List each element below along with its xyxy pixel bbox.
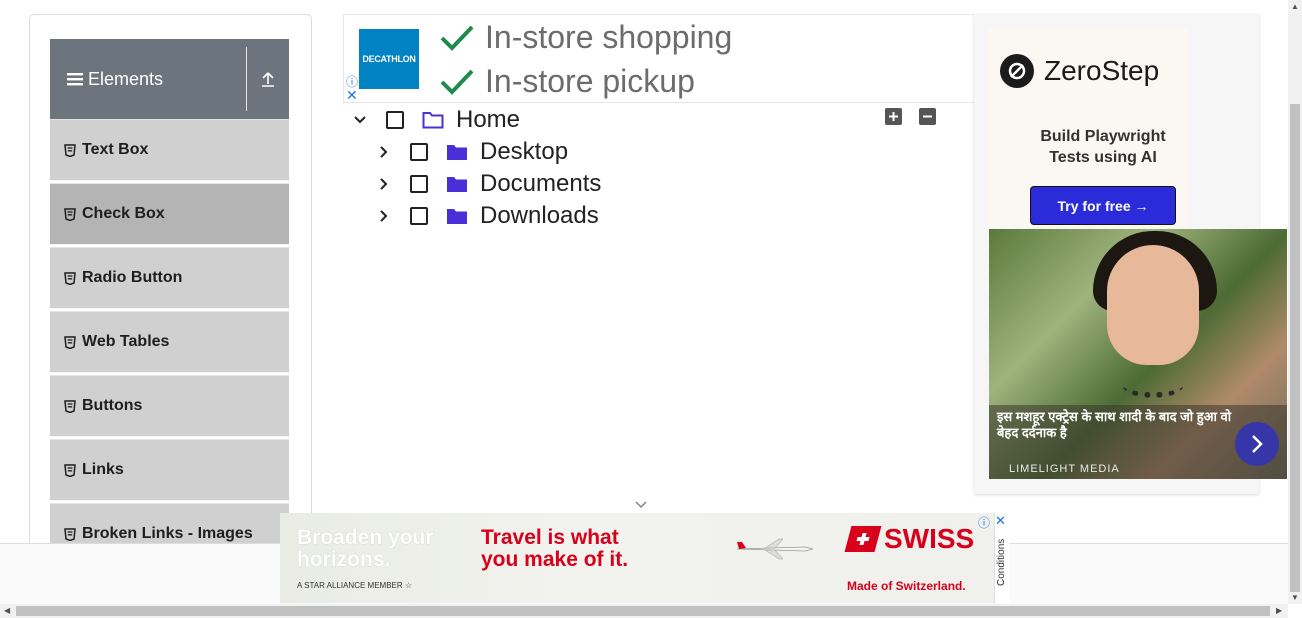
folder-icon: [446, 143, 468, 161]
menu-item-links[interactable]: Links: [50, 439, 289, 501]
top-ad-banner[interactable]: DECATHLON In-store shopping In-store pic…: [343, 14, 975, 103]
elements-menu: Text Box Check Box Radio Button Web Tabl…: [50, 119, 289, 567]
group-title-label: Elements: [88, 68, 164, 89]
arrow-right-icon[interactable]: [1235, 422, 1279, 466]
try-for-free-button[interactable]: Try for free →: [1030, 186, 1176, 225]
scroll-right-arrow-icon[interactable]: ▶: [1276, 606, 1282, 615]
chevron-right-icon[interactable]: [376, 208, 392, 224]
folder-open-icon: [422, 111, 444, 129]
menu-item-label: Links: [82, 461, 124, 478]
ad-line-2: In-store pickup: [439, 63, 695, 100]
ad-line-1-text: In-store shopping: [485, 19, 733, 55]
ad-close-icon[interactable]: ✕: [995, 513, 1006, 529]
folder-icon: [446, 207, 468, 225]
photo-source: LIMELIGHT MEDIA: [1009, 463, 1120, 475]
downloads-checkbox[interactable]: [410, 207, 428, 225]
scroll-down-arrow-icon[interactable]: ▼: [1291, 593, 1299, 602]
html5-icon: [64, 463, 76, 477]
tree-node-downloads: Downloads: [376, 202, 599, 230]
menu-item-text-box[interactable]: Text Box: [50, 119, 289, 181]
tree-label-documents[interactable]: Documents: [480, 170, 601, 198]
swiss-ad[interactable]: Broaden your horizons. A STAR ALLIANCE M…: [280, 513, 994, 603]
html5-icon: [64, 399, 76, 413]
chevron-down-icon[interactable]: [352, 112, 368, 128]
documents-checkbox[interactable]: [410, 175, 428, 193]
decathlon-logo-text: DECATHLON: [362, 54, 416, 64]
folder-icon: [446, 175, 468, 193]
html5-icon: [64, 207, 76, 221]
group-title: Elements: [50, 69, 246, 90]
zerostep-logo-icon: [1000, 54, 1034, 88]
vertical-scroll-thumb[interactable]: [1290, 104, 1300, 592]
photo-caption-text: इस मशहूर एक्ट्रेस के साथ शादी के बाद जो …: [997, 409, 1232, 440]
menu-item-label: Web Tables: [82, 333, 170, 350]
ad-close-icon[interactable]: ✕: [346, 87, 358, 104]
menu-item-radio-button[interactable]: Radio Button: [50, 247, 289, 309]
zerostep-tagline-2: Tests using AI: [1049, 149, 1157, 166]
scroll-up-arrow-icon[interactable]: ▲: [1291, 2, 1299, 11]
ad-line-1: In-store shopping: [439, 19, 732, 56]
collapse-arrow-icon[interactable]: [247, 70, 289, 88]
swiss-made-text: Made of Switzerland.: [847, 579, 966, 593]
swiss-logo: SWISS: [844, 523, 975, 555]
swiss-flag-icon: [844, 526, 882, 552]
menu-item-label: Broken Links - Images: [82, 525, 253, 542]
tree-node-documents: Documents: [376, 170, 601, 198]
photo-face: [1107, 245, 1199, 365]
check-icon: [440, 69, 474, 95]
html5-icon: [64, 271, 76, 285]
star-alliance-label: A STAR ALLIANCE MEMBER ☆: [297, 581, 412, 590]
desktop-checkbox[interactable]: [410, 143, 428, 161]
ad-line-2-text: In-store pickup: [485, 63, 695, 99]
horizontal-scroll-thumb[interactable]: [16, 606, 1270, 616]
chevron-down-icon[interactable]: [634, 496, 648, 514]
menu-item-check-box[interactable]: Check Box: [50, 183, 289, 245]
zerostep-tagline-1: Build Playwright: [1040, 128, 1166, 145]
zerostep-tagline: Build Playwright Tests using AI: [988, 126, 1218, 168]
menu-item-buttons[interactable]: Buttons: [50, 375, 289, 437]
elements-group-header[interactable]: Elements: [50, 39, 289, 119]
menu-item-web-tables[interactable]: Web Tables: [50, 311, 289, 373]
airplane-icon: [735, 537, 815, 566]
menu-item-label: Text Box: [82, 141, 149, 158]
tree-label-desktop[interactable]: Desktop: [480, 138, 568, 166]
expand-all-button[interactable]: [885, 108, 902, 125]
star-alliance-text: A STAR ALLIANCE MEMBER: [297, 581, 403, 590]
zerostep-ad[interactable]: ZeroStep Build Playwright Tests using AI…: [988, 28, 1188, 228]
tree-node-desktop: Desktop: [376, 138, 568, 166]
swiss-brand: SWISS: [884, 523, 975, 554]
star-alliance-icon: ☆: [404, 581, 413, 590]
scroll-left-arrow-icon[interactable]: ◀: [4, 606, 10, 615]
swiss-ad-slogan-line2: you make of it.: [481, 548, 629, 571]
photo-ad[interactable]: इस मशहूर एक्ट्रेस के साथ शादी के बाद जो …: [989, 229, 1287, 479]
menu-item-label: Radio Button: [82, 269, 183, 286]
zerostep-brand: ZeroStep: [1044, 55, 1160, 86]
html5-icon: [64, 335, 76, 349]
html5-icon: [64, 143, 76, 157]
html5-icon: [64, 527, 76, 541]
tree-label-downloads[interactable]: Downloads: [480, 202, 599, 230]
photo-necklace: [1123, 374, 1183, 398]
plus-icon: [889, 112, 898, 121]
swiss-ad-left-line2: horizons.: [297, 548, 391, 571]
decathlon-logo: DECATHLON: [359, 29, 419, 89]
check-icon: [440, 25, 474, 51]
swiss-ad-left-line1: Broaden your: [297, 526, 434, 549]
swiss-ad-slogan-line1: Travel is what: [481, 526, 619, 549]
ad-info-icon[interactable]: ⓘ: [978, 514, 990, 531]
chevron-right-icon[interactable]: [376, 176, 392, 192]
minus-icon: [923, 115, 932, 118]
swiss-ad-slogan: Travel is what you make of it.: [481, 527, 628, 571]
swiss-ad-left-text: Broaden your horizons.: [297, 527, 434, 571]
home-checkbox[interactable]: [386, 111, 404, 129]
tree-node-home: Home: [352, 106, 520, 134]
conditions-link[interactable]: Conditions: [996, 539, 1007, 586]
tree-label-home[interactable]: Home: [456, 106, 520, 134]
menu-item-label: Buttons: [82, 397, 143, 414]
zerostep-logo: ZeroStep: [1000, 54, 1159, 88]
collapse-all-button[interactable]: [919, 108, 936, 125]
chevron-right-icon[interactable]: [376, 144, 392, 160]
menu-icon: [67, 73, 83, 86]
menu-item-label: Check Box: [82, 205, 165, 222]
